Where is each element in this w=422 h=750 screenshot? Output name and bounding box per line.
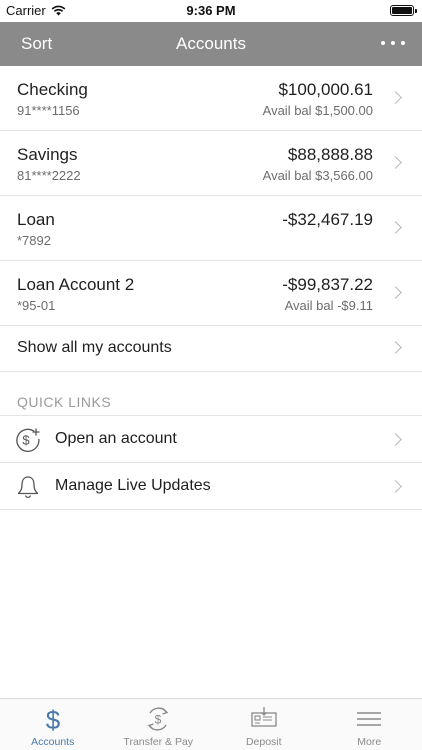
tab-more[interactable]: More [317,699,422,750]
account-row-loan[interactable]: Loan *7892 -$32,467.19 [0,196,422,261]
tab-label: More [357,736,382,748]
quick-links-title: QUICK LINKS [17,394,112,410]
chevron-right-icon [389,221,402,234]
show-all-label: Show all my accounts [17,339,172,356]
show-all-accounts-button[interactable]: Show all my accounts [0,324,422,372]
account-balance: $88,888.88 [287,145,373,164]
tab-accounts[interactable]: $ Accounts [0,699,106,750]
more-options-icon[interactable] [378,30,408,56]
tab-label: Accounts [31,736,75,748]
open-account-link[interactable]: $ Open an account [0,416,422,463]
account-name: Savings [17,145,78,164]
svg-text:$: $ [155,713,162,727]
chevron-right-icon [389,341,402,354]
open-account-label: Open an account [55,430,177,447]
tab-bar: $ Accounts $ Transfer & Pay Deposit More [0,698,422,750]
account-number: *95-01 [17,298,56,313]
bell-icon [17,476,39,499]
tab-deposit[interactable]: Deposit [211,699,317,750]
available-balance: Avail bal $3,566.00 [262,168,373,183]
account-balance: -$99,837.22 [282,275,373,294]
tab-label: Deposit [245,736,282,748]
chevron-right-icon [389,156,402,169]
menu-icon [357,712,382,726]
svg-text:$: $ [22,433,30,448]
dollar-icon: $ [46,705,61,734]
manage-live-updates-link[interactable]: Manage Live Updates [0,463,422,510]
svg-text:$: $ [46,705,61,734]
sort-button[interactable]: Sort [21,34,52,54]
transfer-icon: $ [147,707,169,731]
available-balance: Avail bal $1,500.00 [262,103,373,118]
account-row-loan-account-2[interactable]: Loan Account 2 *95-01 -$99,837.22 Avail … [0,261,422,326]
chevron-right-icon [389,480,402,493]
account-row-checking[interactable]: Checking 91****1156 $100,000.61 Avail ba… [0,66,422,131]
status-bar: Carrier 9:36 PM [0,0,422,22]
account-number: 91****1156 [17,103,80,118]
chevron-right-icon [389,286,402,299]
nav-bar: Sort Accounts [0,22,422,66]
available-balance: Avail bal -$9.11 [284,298,373,313]
account-row-savings[interactable]: Savings 81****2222 $88,888.88 Avail bal … [0,131,422,196]
chevron-right-icon [389,91,402,104]
account-name: Loan [17,210,55,229]
tab-transfer-pay[interactable]: $ Transfer & Pay [106,699,212,750]
chevron-right-icon [389,433,402,446]
account-number: *7892 [17,233,51,248]
manage-live-updates-label: Manage Live Updates [55,477,211,494]
status-time: 9:36 PM [186,3,236,18]
tab-label: Transfer & Pay [123,736,194,748]
check-deposit-icon [251,707,277,727]
account-number: 81****2222 [17,168,81,183]
account-name: Checking [17,80,88,99]
page-title: Accounts [176,34,246,53]
account-balance: $100,000.61 [278,80,373,99]
dollar-plus-icon: $ [16,428,40,452]
battery-icon [390,5,417,16]
account-balance: -$32,467.19 [282,210,373,229]
account-name: Loan Account 2 [17,275,135,294]
quick-links-header: QUICK LINKS [0,372,422,416]
